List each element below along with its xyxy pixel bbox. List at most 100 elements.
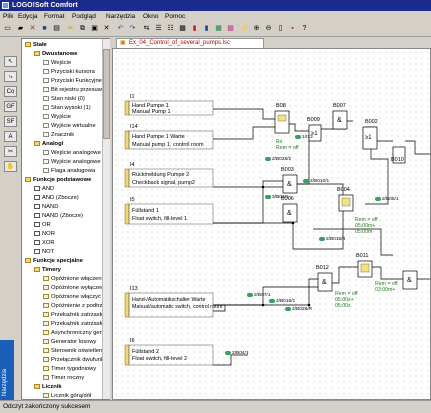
hand-tool-icon[interactable]: ✋	[4, 161, 17, 172]
tree-item[interactable]: Przekaźnik zatrzask	[43, 312, 103, 319]
tree-item[interactable]: Analogi	[34, 141, 63, 148]
close-icon[interactable]: ✕	[28, 24, 37, 33]
block-b010[interactable]: B010	[391, 146, 406, 164]
ref-tag[interactable]: 2/B05/1	[375, 196, 399, 202]
tree-item[interactable]: Timery	[34, 267, 61, 274]
tree-item[interactable]: Wyjście wirtualne	[43, 123, 96, 130]
tree-item[interactable]: Wejście analogowe	[43, 150, 101, 157]
tree-item[interactable]: Stan wysoki (1)	[43, 105, 91, 112]
ref-tag[interactable]: 1/I13	[295, 134, 313, 140]
menu-window[interactable]: Okno	[143, 11, 159, 22]
tree-item[interactable]: Stan niski (0)	[43, 96, 85, 103]
align-icon[interactable]: ⇆	[142, 24, 151, 33]
tree-item[interactable]: Timer roczny	[43, 375, 84, 382]
tree-item[interactable]: Generator losowy	[43, 339, 96, 346]
tree-item[interactable]: NAND	[34, 204, 58, 211]
menu-view[interactable]: Podgląd	[72, 11, 96, 22]
grid-icon[interactable]: ▦	[178, 24, 187, 33]
undo-icon[interactable]: ↶	[116, 24, 125, 33]
tree-scrollbar[interactable]	[102, 39, 110, 399]
diagram-canvas[interactable]: I1 Hand Pumpe 1 Manual Pump 1 I14 Hand P…	[112, 48, 431, 400]
tree-item[interactable]: Funkcje podstawowe	[25, 177, 91, 184]
tree-item[interactable]: Opóźnione wyłączen	[43, 285, 105, 292]
block-b007[interactable]: B007 &	[332, 103, 348, 130]
copy-icon[interactable]: ⧉	[78, 24, 87, 33]
tree-item[interactable]: Znacznik	[43, 132, 74, 139]
tree-item[interactable]: Funkcje specjalne	[25, 258, 83, 265]
block-b003[interactable]: B003 &	[281, 167, 298, 194]
tree-item[interactable]: AND (Zbocze)	[34, 195, 79, 202]
tree-item[interactable]: Timer tygodniowy	[43, 366, 96, 373]
online-icon[interactable]: ▩	[226, 24, 235, 33]
connect-tool-icon[interactable]: ⤷	[4, 71, 17, 82]
tree-scroll-thumb[interactable]	[103, 49, 110, 139]
tree-item[interactable]: Stałe	[25, 42, 47, 49]
document-tab[interactable]: ▣ Ex_04_Control_of_several_pumps.lsc	[116, 38, 264, 48]
tree-item[interactable]: Wyjście analogowe	[43, 159, 101, 166]
tree-item[interactable]: Wyjście	[43, 114, 71, 121]
tree-item[interactable]: Przełącznik dwufunk	[43, 357, 104, 364]
tree-item[interactable]: OR	[34, 222, 51, 229]
print-icon[interactable]: ▤	[52, 24, 61, 33]
ref-tag[interactable]: 2/B010/1	[303, 178, 330, 184]
stop-icon[interactable]: ▪	[288, 24, 297, 33]
tools-side-tab[interactable]: Narzędzia	[0, 340, 14, 400]
ref-tag[interactable]: 2/B04/1	[225, 350, 249, 356]
zoom-out-icon[interactable]: ⊖	[264, 24, 273, 33]
ref-tag[interactable]: 2/B015/4	[319, 236, 346, 242]
ref-tag[interactable]: 2/B07/1	[247, 292, 271, 298]
ref-tag[interactable]: 3/B03/1	[265, 194, 289, 200]
block-b004[interactable]: B004	[337, 187, 354, 212]
tree-item[interactable]: Opóźnione włączyć	[43, 294, 101, 301]
align-center-icon[interactable]: ☷	[166, 24, 175, 33]
tree-item[interactable]: Przyciski kursora	[43, 69, 95, 76]
tree-item[interactable]: Sterownik oświetlen	[43, 348, 102, 355]
block-b012[interactable]: B012 &	[316, 265, 333, 292]
block-b002[interactable]: B002 ≥1	[362, 119, 378, 150]
input-block-i14[interactable]: I14 Hand Pumpe 1 Warte Manual pump 1, co…	[124, 124, 214, 150]
tree-item[interactable]: Asynchroniczny gen	[43, 330, 103, 337]
tree-item[interactable]: Opóźnione włączeni	[43, 276, 103, 283]
page-icon[interactable]: ▯	[276, 24, 285, 33]
simulate-icon[interactable]: ▮	[190, 24, 199, 33]
tree-item[interactable]: Dwustanowe	[34, 51, 77, 58]
delete-icon[interactable]: ✕	[102, 24, 111, 33]
help-pointer-icon[interactable]: ?	[300, 24, 309, 33]
open-folder-icon[interactable]: ▰	[16, 24, 25, 33]
pointer-tool-icon[interactable]: ↖	[4, 56, 17, 67]
tree-item[interactable]: Przekaźnik zatrzask	[43, 321, 103, 328]
redo-icon[interactable]: ↷	[128, 24, 137, 33]
block-right-partial[interactable]: &	[402, 270, 418, 290]
save-icon[interactable]: ■	[40, 24, 49, 33]
new-file-icon[interactable]: ▭	[3, 24, 12, 33]
tree-item[interactable]: NOR	[34, 231, 55, 238]
ref-tag[interactable]: 2/B018/1	[269, 298, 296, 304]
transfer-icon[interactable]: ▮	[202, 24, 211, 33]
tree-item[interactable]: Opóźnienie z podtrz	[43, 303, 103, 310]
text-tool-icon[interactable]: A	[4, 131, 17, 142]
tree-item[interactable]: NAND (Zbocze)	[34, 213, 83, 220]
tree-item[interactable]: Flaga analogowa	[43, 168, 95, 175]
gf-tool-icon[interactable]: GF	[4, 101, 17, 112]
menu-edit[interactable]: Edycja	[18, 11, 38, 22]
tree-item[interactable]: Licznik górą/dół	[43, 393, 91, 399]
block-b08[interactable]: B08	[274, 103, 290, 134]
tree-item[interactable]: XOR	[34, 240, 55, 247]
tree-item[interactable]: NOT	[34, 249, 54, 256]
menu-tools[interactable]: Narzędzia	[106, 11, 135, 22]
ref-tag[interactable]: 2/B028/R	[285, 306, 313, 312]
paste-icon[interactable]: ▣	[90, 24, 99, 33]
align-left-icon[interactable]: ☰	[154, 24, 163, 33]
menu-file[interactable]: Plik	[3, 11, 13, 22]
cut-icon[interactable]: ✂	[66, 24, 75, 33]
constants-tool-icon[interactable]: Co	[4, 86, 17, 97]
ref-tag[interactable]: 2/B028/2	[265, 156, 292, 162]
monitor-icon[interactable]: ▦	[214, 24, 223, 33]
cut-connection-icon[interactable]: ✂	[4, 146, 17, 157]
tree-item[interactable]: Licznik	[34, 384, 62, 391]
menu-format[interactable]: Format	[44, 11, 65, 22]
tree-item[interactable]: Przyciski Funkcyjne (	[43, 78, 105, 85]
block-b011[interactable]: B011	[356, 253, 373, 278]
menu-help[interactable]: Pomoc	[165, 11, 185, 22]
input-block-i5[interactable]: I5 Füllstand 1 Float switch, fill-level …	[124, 197, 214, 225]
